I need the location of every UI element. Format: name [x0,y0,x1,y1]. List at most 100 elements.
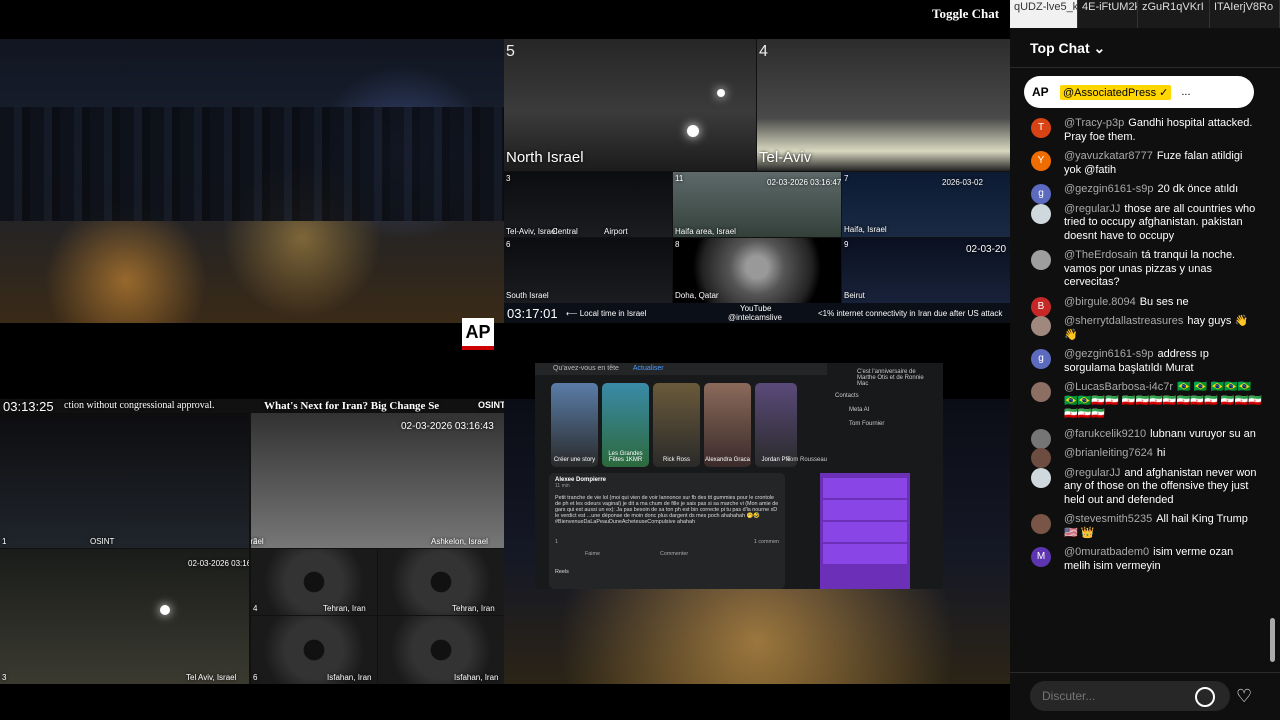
avatar[interactable] [1031,203,1051,224]
pinned-message[interactable]: AP @AssociatedPress ✓ ... [1024,76,1254,108]
fb-story[interactable]: Les Grandes Fêtes 1KMR [602,383,649,467]
fb-contact[interactable]: Tom Fournier [827,417,943,431]
fb-comment-button[interactable]: Commenter [660,551,688,557]
chat-message[interactable]: Y @yavuzkatar8777 Fuze falan atildigi yok … [1010,147,1272,180]
local-time-label: ⟵ Local time in Israel [566,309,647,318]
osint-time: 03:13:25 [3,399,54,414]
avatar[interactable]: g [1031,349,1051,369]
cam-label: Tel-Aviv [759,149,812,166]
avatar[interactable] [1031,467,1051,488]
chat-author[interactable]: @brianleiting7624 [1064,447,1153,459]
chat-message[interactable]: @TheErdosain tá tranqui la noche. vamos p… [1010,246,1272,293]
chat-author[interactable]: @TheErdosain [1064,249,1138,261]
top-chat-dropdown[interactable]: Top Chat [1030,40,1090,56]
avatar[interactable] [1031,250,1051,270]
cam-beirut: 9 02-03-20 Beirut [842,238,1010,303]
avatar[interactable]: Y [1031,151,1051,171]
osint-cam-2: 02-03-2026 03:16:43 2 Haifa, Israel Ashk… [251,413,504,548]
chat-message[interactable]: B @birgule.8094 Bu ses ne [1010,293,1272,317]
chat-message[interactable]: @farukcelik9210 lubnanı vuruyor su an [1010,425,1272,449]
chat-author[interactable]: @farukcelik9210 [1064,428,1146,440]
fb-contact[interactable]: Meta AI [827,403,943,417]
chat-message[interactable]: @LucasBarbosa-i4c7r 🇧🇷 🇧🇷 🇧🇷🇧🇷🇧🇷🇧🇷🇧🇷🇮🇷🇮🇷 … [1010,378,1272,425]
chat-text: hi [1156,447,1166,459]
chat-author[interactable]: @gezgin6161-s9p [1064,183,1153,195]
fb-story[interactable]: Alexandra Graca [704,383,751,467]
chat-author[interactable]: @stevesmith5235 [1064,513,1152,525]
cam-timestamp: 2026-03-02 [942,178,983,187]
video-tab[interactable]: qUDZ-lve5_k [1010,0,1078,28]
chat-message[interactable]: M @0muratbadem0 isim verme ozan melih isim… [1010,543,1272,576]
chat-bubble [823,500,907,520]
fb-story[interactable]: Créer une story [551,383,598,467]
chat-message[interactable]: @regularJJ those are all countries who tr… [1010,200,1272,247]
video-tab[interactable]: ITAIerjV8Ro [1210,0,1280,28]
chat-author[interactable]: @LucasBarbosa-i4c7r [1064,381,1173,393]
cam-number: 6 [253,673,258,682]
avatar[interactable]: T [1031,118,1051,138]
chat-message[interactable]: g @gezgin6161-s9p address ıp sorgulama baş… [1010,345,1272,378]
chat-text: 20 dk önce atıldı [1157,183,1239,195]
chat-author[interactable]: @regularJJ [1064,467,1120,479]
scrollbar-thumb[interactable] [1270,618,1275,662]
cam-tel-aviv: 4 Tel-Aviv [757,39,1010,171]
fb-post-text: Petit tranche de vie lol (moi qui vien d… [555,495,779,525]
cam-number: 4 [759,43,768,60]
multiview-stream-page: Toggle Chat qUDZ-lve5_k 4E-iFtUM2kk zGuR… [0,0,1280,720]
chat-message[interactable]: @stevesmith5235 All hail King Trump 🇺🇸 👑 [1010,510,1272,543]
chat-message[interactable]: @regularJJ and afghanistan never won any … [1010,464,1272,511]
chat-header: Top Chat ⌄ [1010,28,1280,68]
chat-bubble [823,544,907,564]
video-panel-city-skyline[interactable] [0,39,504,323]
cam-label: South Israel [506,291,549,300]
fb-like-button[interactable]: Faime [585,551,600,557]
cam-number: 3 [2,673,7,682]
chat-bubble [823,478,907,498]
avatar[interactable] [1031,382,1051,402]
video-panel-israel-multicam[interactable]: 5 North Israel 4 Tel-Aviv 3 Tel-Aviv, Is… [504,39,1010,303]
heart-icon[interactable]: ♡ [1236,686,1252,707]
osint-cam-isfahan-2: Isfahan, Iran [378,616,504,684]
toggle-chat-button[interactable]: Toggle Chat [932,6,999,24]
chat-author[interactable]: @gezgin6161-s9p [1064,348,1153,360]
video-tab[interactable]: zGuR1qVKrI [1138,0,1210,28]
chat-message[interactable]: T @Tracy-p3p Gandhi hospital attacked. Pra… [1010,114,1272,147]
cam-label: Tehran, Iran [452,604,495,613]
chat-author[interactable]: @birgule.8094 [1064,296,1136,308]
osint-headline: What's Next for Iran? Big Change Se [264,400,440,412]
chat-scrollbar[interactable] [1268,68,1278,668]
chat-message[interactable]: g @gezgin6161-s9p 20 dk önce atıldı [1010,180,1272,204]
cam-label: Tel Aviv, Israel [186,673,237,682]
cam-south-israel: 6 South Israel [504,238,672,303]
avatar[interactable] [1031,514,1051,534]
chat-author[interactable]: @yavuzkatar8777 [1064,150,1153,162]
ap-avatar: AP [1032,85,1049,99]
chat-message[interactable]: @sherrytdallastreasures hay guys 👋 👋 [1010,312,1272,345]
cam-label: Ashkelon, Israel [431,537,488,546]
cam-label: Beirut [844,291,865,300]
cam-doha: 8 Doha, Qatar [673,238,841,303]
video-panel-osint-multicam[interactable]: 03:13:25 ction without congressional app… [0,399,504,684]
avatar[interactable]: M [1031,547,1051,567]
fb-story[interactable]: Jordan Pfe [755,383,797,467]
stream-info-bar: 03:17:01 ⟵ Local time in Israel YouTube … [504,303,1010,323]
chat-message[interactable]: @brianleiting7624 hi [1010,444,1272,468]
cam-tel-aviv-central: 3 Tel-Aviv, Israel Central Airport [504,172,672,237]
fb-story-caption: Rick Ross [662,457,690,463]
chevron-down-icon[interactable]: ⌄ [1094,40,1106,56]
chat-author[interactable]: @0muratbadem0 [1064,546,1149,558]
osint-ticker: ction without congressional approval. [64,400,215,411]
cam-number: 1 [2,537,7,546]
fb-refresh-button[interactable]: Actualiser [633,365,664,372]
fb-post: Alexee Dompierre 11 min Petit tranche de… [549,473,785,589]
emoji-icon[interactable] [1195,687,1215,707]
fb-chat-contact[interactable]: Tom Rousseau [787,457,827,463]
fb-post-time: 11 min [555,483,570,489]
chat-author[interactable]: @Tracy-p3p [1064,117,1124,129]
fb-story[interactable]: Rick Ross [653,383,700,467]
avatar[interactable] [1031,316,1051,336]
cam-timestamp: 02-03-2026 03:16:47 [767,178,841,187]
chat-author[interactable]: @sherrytdallastreasures [1064,315,1183,327]
chat-author[interactable]: @regularJJ [1064,203,1120,215]
video-tab[interactable]: 4E-iFtUM2kk [1078,0,1138,28]
